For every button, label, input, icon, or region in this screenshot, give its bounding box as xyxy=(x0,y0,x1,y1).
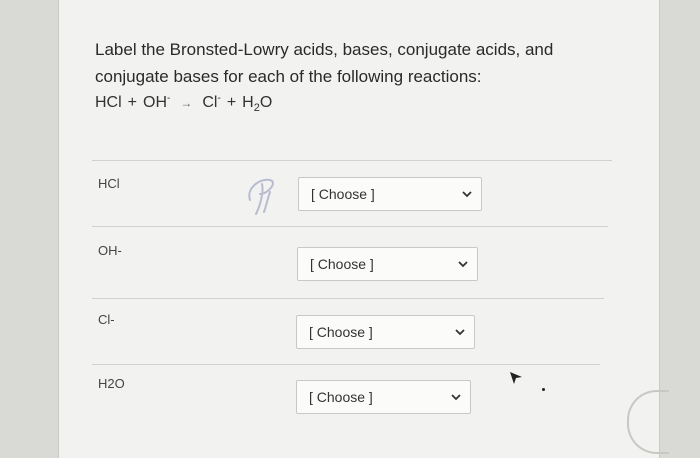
divider xyxy=(92,298,604,299)
chevron-down-icon xyxy=(452,324,468,340)
row-label-cl: Cl- xyxy=(98,312,115,327)
reactant-hydroxide: OH- xyxy=(143,93,171,111)
chevron-down-icon xyxy=(448,389,464,405)
mouse-pointer-icon xyxy=(510,372,522,384)
divider xyxy=(92,160,612,161)
select-hcl[interactable]: [ Choose ] xyxy=(298,177,482,211)
select-value: [ Choose ] xyxy=(310,256,374,272)
select-h2o[interactable]: [ Choose ] xyxy=(296,380,471,414)
select-value: [ Choose ] xyxy=(309,389,373,405)
select-cl[interactable]: [ Choose ] xyxy=(296,315,475,349)
product-water: H2O xyxy=(242,94,273,114)
plus-sign: + xyxy=(127,94,138,111)
select-value: [ Choose ] xyxy=(311,186,375,202)
chevron-down-icon xyxy=(459,186,475,202)
plus-sign-2: + xyxy=(226,94,237,111)
product-chloride: Cl- xyxy=(202,93,221,111)
row-label-oh: OH- xyxy=(98,243,122,258)
stray-dot xyxy=(542,388,545,391)
question-text: Label the Bronsted-Lowry acids, bases, c… xyxy=(95,40,554,86)
reaction-equation: HCl + OH- → Cl- + H2O xyxy=(95,93,273,114)
reactant-hcl: HCl xyxy=(95,94,122,111)
divider xyxy=(92,364,600,365)
decorative-curve xyxy=(627,390,669,454)
row-label-h2o: H2O xyxy=(98,376,125,391)
divider xyxy=(92,226,608,227)
select-value: [ Choose ] xyxy=(309,324,373,340)
row-label-hcl: HCl xyxy=(98,176,120,191)
pencil-scribble xyxy=(248,178,274,215)
chevron-down-icon xyxy=(455,256,471,272)
select-oh[interactable]: [ Choose ] xyxy=(297,247,478,281)
reaction-arrow: → xyxy=(180,96,193,110)
